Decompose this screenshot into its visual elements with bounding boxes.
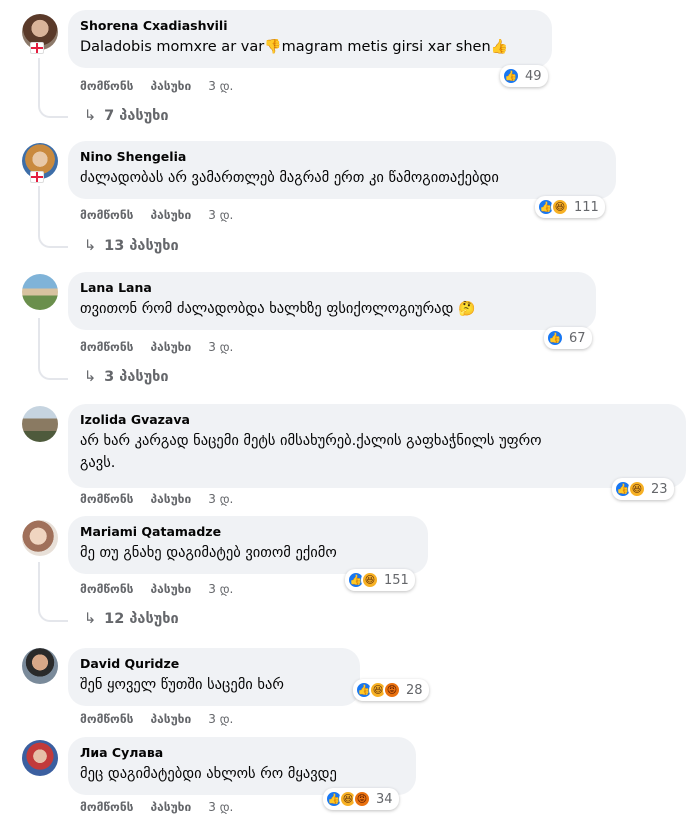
reply-button[interactable]: პასუხი	[150, 340, 191, 354]
comment-actions: მომწონს პასუხი 3 დ.	[80, 208, 250, 222]
reply-button[interactable]: პასუხი	[150, 208, 191, 222]
comment-actions: მომწონს პასუხი 3 დ.	[80, 340, 250, 354]
view-replies-button[interactable]: ↳ 12 პასუხი	[84, 611, 179, 627]
reply-button[interactable]: პასუხი	[150, 800, 191, 814]
reaction-count: 111	[574, 199, 599, 215]
thread-line	[38, 186, 40, 234]
reactions-summary[interactable]: 👍 67	[544, 327, 592, 349]
timestamp[interactable]: 3 დ.	[208, 340, 233, 354]
comment-text: Daladobis momxre ar var👎magram metis gir…	[80, 39, 509, 55]
comment-bubble: Nino Shengelia ძალადობას არ ვამართლებ მა…	[68, 141, 616, 199]
comment-bubble: Shorena Cxadiashvili Daladobis momxre ar…	[68, 10, 552, 68]
comment-bubble: Izolida Gvazava არ ხარ კარგად ნაცემი მეტ…	[68, 404, 686, 488]
reaction-count: 23	[651, 481, 668, 497]
avatar[interactable]	[22, 274, 58, 310]
reply-arrow-icon: ↳	[84, 238, 97, 254]
avatar[interactable]	[22, 740, 58, 776]
avatar[interactable]	[22, 406, 58, 442]
reply-button[interactable]: პასუხი	[150, 712, 191, 726]
comment-text: მე თუ გნახე დაგიმატებ ვითომ ექიმო	[80, 545, 337, 561]
timestamp[interactable]: 3 დ.	[208, 800, 233, 814]
reactions-summary[interactable]: 👍 😆 151	[345, 569, 415, 591]
like-button[interactable]: მომწონს	[80, 712, 133, 726]
timestamp[interactable]: 3 დ.	[208, 79, 233, 93]
comment-bubble: Lana Lana თვითონ რომ ძალადობდა ხალხზე ფს…	[68, 272, 596, 330]
comment-actions: მომწონს პასუხი 3 დ.	[80, 712, 250, 726]
reactions-summary[interactable]: 👍 😆 23	[612, 478, 674, 500]
comment-author[interactable]: Лиа Сулава	[80, 745, 404, 761]
thumbs-up-icon: 👍	[490, 39, 509, 55]
comment-bubble: Mariami Qatamadze მე თუ გნახე დაგიმატებ …	[68, 516, 428, 574]
reply-arrow-icon: ↳	[84, 108, 97, 124]
angry-reaction-icon: 😡	[383, 681, 401, 699]
like-button[interactable]: მომწონს	[80, 340, 133, 354]
reply-button[interactable]: პასუხი	[150, 79, 191, 93]
comment-bubble: David Quridze შენ ყოველ წუთში საცემი ხარ	[68, 648, 360, 706]
haha-reaction-icon: 😆	[628, 480, 646, 498]
thumbs-down-icon: 👎	[264, 39, 282, 55]
reply-button[interactable]: პასუხი	[150, 492, 191, 506]
comment-author[interactable]: Mariami Qatamadze	[80, 524, 416, 540]
timestamp[interactable]: 3 დ.	[208, 208, 233, 222]
view-replies-button[interactable]: ↳ 13 პასუხი	[84, 238, 179, 254]
timestamp[interactable]: 3 დ.	[208, 492, 233, 506]
like-reaction-icon: 👍	[546, 329, 564, 347]
haha-reaction-icon: 😆	[551, 198, 569, 216]
timestamp[interactable]: 3 დ.	[208, 582, 233, 596]
reaction-count: 67	[569, 330, 586, 346]
comment-bubble: Лиа Сулава მეც დაგიმატებდი ახლოს რო მყავ…	[68, 737, 416, 795]
avatar[interactable]	[22, 520, 58, 556]
avatar[interactable]	[22, 648, 58, 684]
thread-connector	[38, 100, 68, 118]
reaction-count: 151	[384, 572, 409, 588]
comment-actions: მომწონს პასუხი 3 დ.	[80, 79, 250, 93]
reply-button[interactable]: პასუხი	[150, 582, 191, 596]
comment-text: თვითონ რომ ძალადობდა ხალხზე ფსიქოლოგიურა…	[80, 301, 476, 317]
thinking-face-icon: 🤔	[457, 301, 476, 317]
thread-connector	[38, 230, 68, 248]
like-button[interactable]: მომწონს	[80, 208, 133, 222]
thread-line	[38, 318, 40, 366]
reaction-count: 28	[406, 682, 423, 698]
reply-arrow-icon: ↳	[84, 369, 97, 385]
like-button[interactable]: მომწონს	[80, 79, 133, 93]
reactions-summary[interactable]: 👍 49	[500, 65, 548, 87]
comment-author[interactable]: Izolida Gvazava	[80, 412, 674, 428]
like-button[interactable]: მომწონს	[80, 582, 133, 596]
like-button[interactable]: მომწონს	[80, 492, 133, 506]
thread-connector	[38, 604, 68, 622]
reaction-count: 34	[376, 791, 393, 807]
comment-actions: მომწონს პასუხი 3 დ.	[80, 492, 250, 506]
reactions-summary[interactable]: 👍 😆 😡 28	[353, 679, 429, 701]
view-replies-button[interactable]: ↳ 7 პასუხი	[84, 108, 169, 124]
reply-arrow-icon: ↳	[84, 611, 97, 627]
view-replies-button[interactable]: ↳ 3 პასუხი	[84, 369, 169, 385]
comment-text: შენ ყოველ წუთში საცემი ხარ	[80, 677, 284, 693]
thread-line	[38, 562, 40, 608]
comment-actions: მომწონს პასუხი 3 დ.	[80, 582, 250, 596]
timestamp[interactable]: 3 დ.	[208, 712, 233, 726]
reactions-summary[interactable]: 👍 😆 😡 34	[323, 788, 399, 810]
comment-text: მეც დაგიმატებდი ახლოს რო მყავდე	[80, 766, 337, 782]
comment-actions: მომწონს პასუხი 3 დ.	[80, 800, 250, 814]
comment-author[interactable]: David Quridze	[80, 656, 348, 672]
angry-reaction-icon: 😡	[353, 790, 371, 808]
like-reaction-icon: 👍	[502, 67, 520, 85]
comment-text: არ ხარ კარგად ნაცემი მეტს იმსახურებ.ქალი…	[80, 433, 542, 471]
thread-connector	[38, 362, 68, 380]
comment-text: ძალადობას არ ვამართლებ მაგრამ ერთ კი წამ…	[80, 170, 499, 186]
georgian-flag-icon	[30, 42, 44, 54]
thread-line	[38, 58, 40, 104]
reaction-count: 49	[525, 68, 542, 84]
comment-author[interactable]: Lana Lana	[80, 280, 584, 296]
reactions-summary[interactable]: 👍 😆 111	[535, 196, 605, 218]
like-button[interactable]: მომწონს	[80, 800, 133, 814]
georgian-flag-icon	[30, 171, 44, 183]
comment-author[interactable]: Nino Shengelia	[80, 149, 604, 165]
comment-author[interactable]: Shorena Cxadiashvili	[80, 18, 540, 34]
haha-reaction-icon: 😆	[361, 571, 379, 589]
